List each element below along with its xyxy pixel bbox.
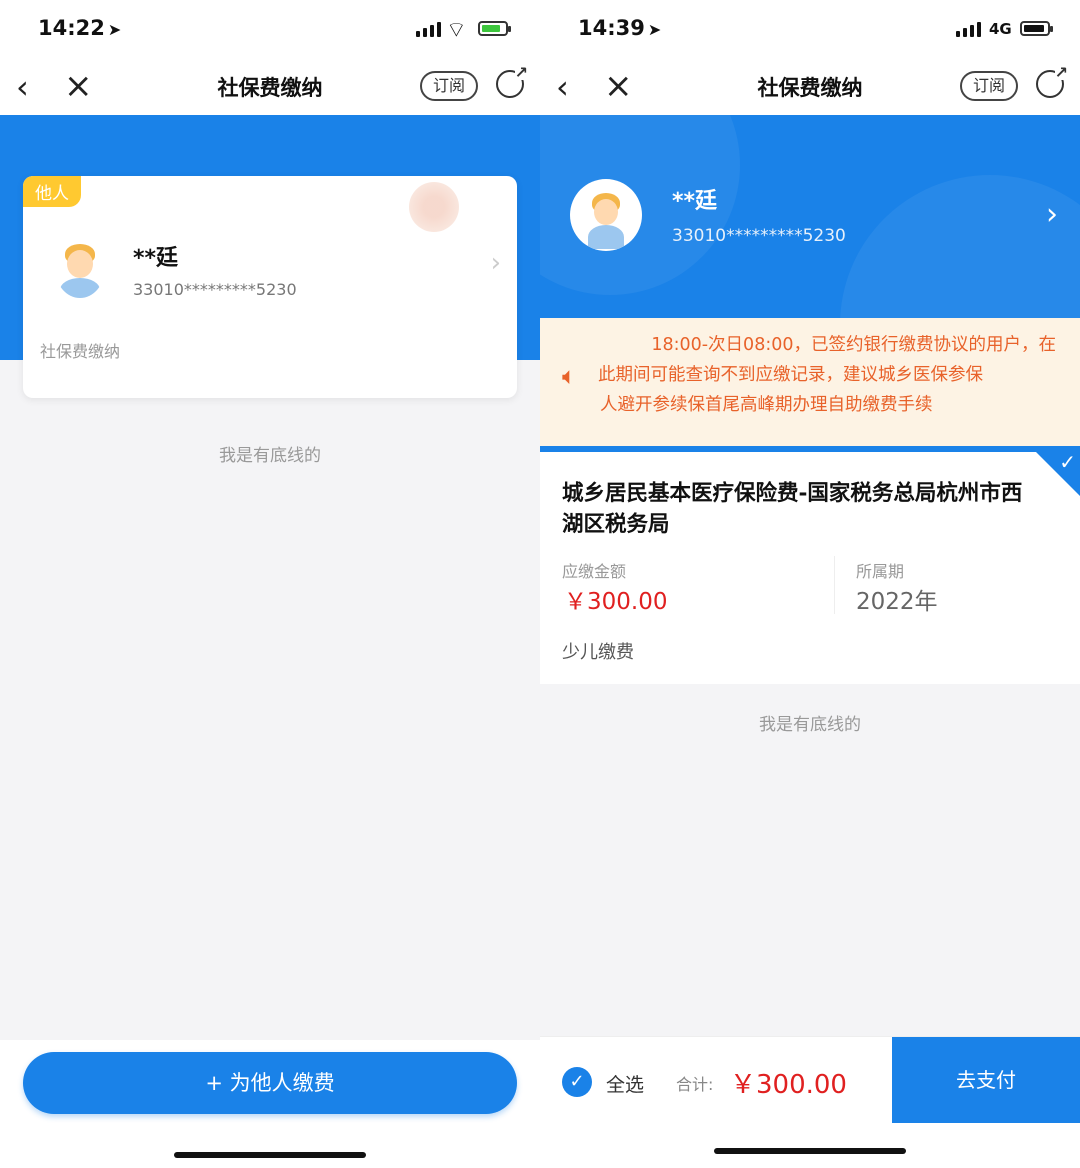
network-type: 4G xyxy=(989,20,1012,38)
share-icon[interactable]: ↗ xyxy=(496,65,528,98)
status-bar: 14:39 ➤ 4G xyxy=(540,0,1080,60)
location-arrow-icon: ➤ xyxy=(107,20,122,39)
location-arrow-icon: ➤ xyxy=(647,20,662,39)
other-person-tag: 他人 xyxy=(23,176,81,207)
signal-icon xyxy=(416,22,441,37)
battery-icon xyxy=(478,21,511,36)
chevron-right-icon[interactable]: › xyxy=(1046,197,1058,232)
pay-button[interactable]: 去支付 xyxy=(892,1037,1080,1123)
checkout-bar: ✓ 全选 合计: ￥300.00 去支付 xyxy=(540,1036,1080,1168)
period-value: 2022年 xyxy=(856,589,938,615)
end-of-list-text: 我是有底线的 xyxy=(759,715,861,735)
status-bar: 14:22 ➤ ⌔ xyxy=(0,0,540,60)
chevron-right-icon[interactable]: › xyxy=(491,248,501,278)
check-icon: ✓ xyxy=(1059,450,1076,474)
nav-bar: ‹ × 社保费缴纳 订阅 ↗ xyxy=(0,60,540,115)
share-icon[interactable]: ↗ xyxy=(1036,65,1068,98)
wifi-icon: ⌔ xyxy=(446,18,467,43)
divider xyxy=(834,556,835,614)
avatar xyxy=(570,179,642,251)
pay-for-others-button[interactable]: + 为他人缴费 xyxy=(23,1052,517,1114)
payer-card[interactable]: 他人 **廷 33010*********5230 › 社保费缴纳 xyxy=(23,176,517,398)
battery-icon xyxy=(1020,21,1053,36)
item-title: 城乡居民基本医疗保险费-国家税务总局杭州市西湖区税务局 xyxy=(562,481,1023,537)
payer-id-number: 33010*********5230 xyxy=(133,280,297,299)
speaker-icon: 🔈︎ xyxy=(562,362,577,390)
tax-emblem-watermark xyxy=(409,182,459,232)
amount-value: ￥300.00 xyxy=(564,589,668,615)
user-name: **廷 xyxy=(672,189,718,214)
user-id-number: 33010*********5230 xyxy=(672,226,846,246)
header-decoration xyxy=(840,175,1080,318)
end-of-list-text: 我是有底线的 xyxy=(219,446,321,466)
status-time: 14:22 ➤ xyxy=(38,16,122,40)
payment-type: 少儿缴费 xyxy=(562,642,634,663)
home-indicator[interactable] xyxy=(714,1148,906,1154)
right-screen: 14:39 ➤ 4G ‹ × 社保费缴纳 订阅 ↗ **廷 33010******… xyxy=(540,0,1080,1168)
service-label: 社保费缴纳 xyxy=(40,342,121,361)
period-label: 所属期 xyxy=(856,562,905,581)
amount-label: 应缴金额 xyxy=(562,562,627,581)
select-all-checkbox[interactable]: ✓ xyxy=(562,1067,592,1097)
left-screen: 14:22 ➤ ⌔ ‹ × 社保费缴纳 订阅 ↗ 他人 **廷 33010****… xyxy=(0,0,540,1168)
home-indicator[interactable] xyxy=(174,1152,366,1158)
notice-text: 18:00-次日08:00，已签约银行缴费协议的用户，在 此期间可能查询不到应缴… xyxy=(598,335,1056,415)
total-amount: ￥300.00 xyxy=(730,1070,847,1100)
footer: + 为他人缴费 xyxy=(0,1040,540,1168)
subscribe-button[interactable]: 订阅 xyxy=(960,71,1018,101)
select-all-label[interactable]: 全选 xyxy=(606,1070,644,1097)
payer-name: **廷 xyxy=(133,246,179,271)
subscribe-button[interactable]: 订阅 xyxy=(420,71,478,101)
payment-item-card[interactable]: ✓ 城乡居民基本医疗保险费-国家税务总局杭州市西湖区税务局 应缴金额 ￥300.… xyxy=(540,446,1080,684)
avatar xyxy=(55,238,105,298)
signal-icon xyxy=(956,22,981,37)
notice-banner: 🔈︎ 18:00-次日08:00，已签约银行缴费协议的用户，在 此期间可能查询不… xyxy=(540,318,1080,446)
status-time: 14:39 ➤ xyxy=(578,16,662,40)
user-header[interactable]: **廷 33010*********5230 › xyxy=(540,115,1080,318)
total-label: 合计: xyxy=(676,1075,714,1094)
nav-bar: ‹ × 社保费缴纳 订阅 ↗ xyxy=(540,60,1080,115)
